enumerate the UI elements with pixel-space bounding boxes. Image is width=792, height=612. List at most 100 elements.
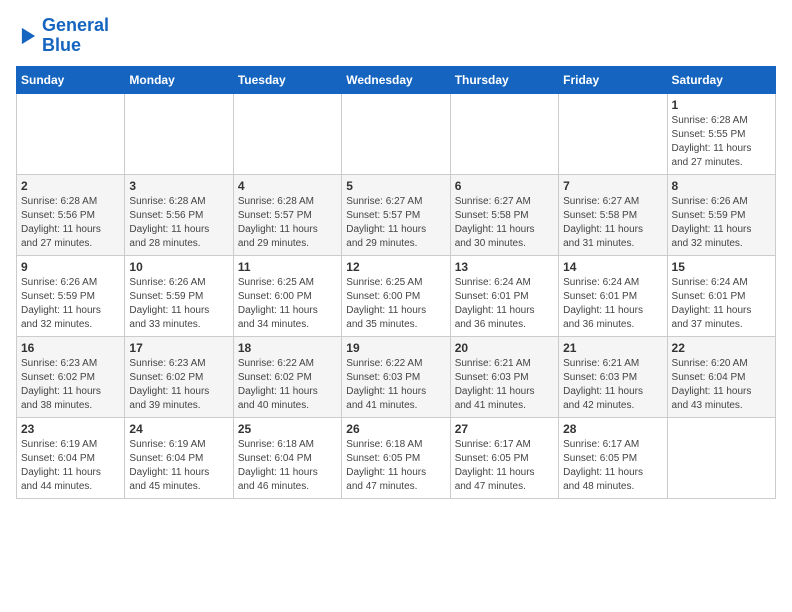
calendar-header-row: SundayMondayTuesdayWednesdayThursdayFrid… bbox=[17, 66, 776, 93]
day-info: Sunrise: 6:26 AM Sunset: 5:59 PM Dayligh… bbox=[129, 276, 228, 332]
day-info: Sunrise: 6:21 AM Sunset: 6:03 PM Dayligh… bbox=[563, 357, 662, 413]
day-number: 13 bbox=[455, 260, 554, 274]
calendar-week-row: 16 Sunrise: 6:23 AM Sunset: 6:02 PM Dayli… bbox=[17, 336, 776, 417]
calendar-cell bbox=[125, 93, 233, 174]
calendar-week-row: 9 Sunrise: 6:26 AM Sunset: 5:59 PM Daylig… bbox=[17, 255, 776, 336]
weekday-header-cell: Wednesday bbox=[342, 66, 450, 93]
day-number: 10 bbox=[129, 260, 228, 274]
day-info: Sunrise: 6:21 AM Sunset: 6:03 PM Dayligh… bbox=[455, 357, 554, 413]
day-info: Sunrise: 6:25 AM Sunset: 6:00 PM Dayligh… bbox=[346, 276, 445, 332]
logo-text: General Blue bbox=[42, 16, 109, 56]
day-info: Sunrise: 6:26 AM Sunset: 5:59 PM Dayligh… bbox=[672, 195, 771, 251]
calendar-cell: 9 Sunrise: 6:26 AM Sunset: 5:59 PM Daylig… bbox=[17, 255, 125, 336]
day-info: Sunrise: 6:28 AM Sunset: 5:55 PM Dayligh… bbox=[672, 114, 771, 170]
day-number: 25 bbox=[238, 422, 337, 436]
day-number: 5 bbox=[346, 179, 445, 193]
day-info: Sunrise: 6:27 AM Sunset: 5:58 PM Dayligh… bbox=[455, 195, 554, 251]
calendar-cell: 20 Sunrise: 6:21 AM Sunset: 6:03 PM Dayli… bbox=[450, 336, 558, 417]
day-number: 17 bbox=[129, 341, 228, 355]
calendar-week-row: 23 Sunrise: 6:19 AM Sunset: 6:04 PM Dayli… bbox=[17, 417, 776, 498]
calendar-cell: 26 Sunrise: 6:18 AM Sunset: 6:05 PM Dayli… bbox=[342, 417, 450, 498]
calendar-cell: 1 Sunrise: 6:28 AM Sunset: 5:55 PM Daylig… bbox=[667, 93, 775, 174]
logo-icon bbox=[16, 25, 38, 47]
day-info: Sunrise: 6:19 AM Sunset: 6:04 PM Dayligh… bbox=[129, 438, 228, 494]
weekday-header-cell: Monday bbox=[125, 66, 233, 93]
day-number: 26 bbox=[346, 422, 445, 436]
calendar-cell: 16 Sunrise: 6:23 AM Sunset: 6:02 PM Dayli… bbox=[17, 336, 125, 417]
weekday-header-cell: Sunday bbox=[17, 66, 125, 93]
day-number: 2 bbox=[21, 179, 120, 193]
day-info: Sunrise: 6:24 AM Sunset: 6:01 PM Dayligh… bbox=[672, 276, 771, 332]
day-number: 14 bbox=[563, 260, 662, 274]
day-number: 8 bbox=[672, 179, 771, 193]
day-info: Sunrise: 6:25 AM Sunset: 6:00 PM Dayligh… bbox=[238, 276, 337, 332]
calendar-cell bbox=[559, 93, 667, 174]
calendar-cell: 12 Sunrise: 6:25 AM Sunset: 6:00 PM Dayli… bbox=[342, 255, 450, 336]
day-number: 23 bbox=[21, 422, 120, 436]
day-info: Sunrise: 6:26 AM Sunset: 5:59 PM Dayligh… bbox=[21, 276, 120, 332]
calendar-cell: 28 Sunrise: 6:17 AM Sunset: 6:05 PM Dayli… bbox=[559, 417, 667, 498]
page-header: General Blue bbox=[16, 16, 776, 56]
day-info: Sunrise: 6:20 AM Sunset: 6:04 PM Dayligh… bbox=[672, 357, 771, 413]
calendar-cell: 14 Sunrise: 6:24 AM Sunset: 6:01 PM Dayli… bbox=[559, 255, 667, 336]
day-info: Sunrise: 6:28 AM Sunset: 5:56 PM Dayligh… bbox=[129, 195, 228, 251]
calendar-cell bbox=[17, 93, 125, 174]
day-number: 7 bbox=[563, 179, 662, 193]
day-number: 20 bbox=[455, 341, 554, 355]
day-number: 3 bbox=[129, 179, 228, 193]
day-number: 6 bbox=[455, 179, 554, 193]
day-number: 27 bbox=[455, 422, 554, 436]
day-info: Sunrise: 6:28 AM Sunset: 5:56 PM Dayligh… bbox=[21, 195, 120, 251]
calendar-cell: 5 Sunrise: 6:27 AM Sunset: 5:57 PM Daylig… bbox=[342, 174, 450, 255]
calendar-cell: 7 Sunrise: 6:27 AM Sunset: 5:58 PM Daylig… bbox=[559, 174, 667, 255]
day-info: Sunrise: 6:17 AM Sunset: 6:05 PM Dayligh… bbox=[455, 438, 554, 494]
calendar-cell: 11 Sunrise: 6:25 AM Sunset: 6:00 PM Dayli… bbox=[233, 255, 341, 336]
logo: General Blue bbox=[16, 16, 109, 56]
calendar-week-row: 2 Sunrise: 6:28 AM Sunset: 5:56 PM Daylig… bbox=[17, 174, 776, 255]
calendar-cell: 24 Sunrise: 6:19 AM Sunset: 6:04 PM Dayli… bbox=[125, 417, 233, 498]
calendar-table: SundayMondayTuesdayWednesdayThursdayFrid… bbox=[16, 66, 776, 499]
day-number: 16 bbox=[21, 341, 120, 355]
calendar-cell bbox=[450, 93, 558, 174]
day-info: Sunrise: 6:28 AM Sunset: 5:57 PM Dayligh… bbox=[238, 195, 337, 251]
calendar-cell: 6 Sunrise: 6:27 AM Sunset: 5:58 PM Daylig… bbox=[450, 174, 558, 255]
day-number: 22 bbox=[672, 341, 771, 355]
weekday-header-cell: Thursday bbox=[450, 66, 558, 93]
calendar-cell: 8 Sunrise: 6:26 AM Sunset: 5:59 PM Daylig… bbox=[667, 174, 775, 255]
day-number: 21 bbox=[563, 341, 662, 355]
day-number: 1 bbox=[672, 98, 771, 112]
day-info: Sunrise: 6:27 AM Sunset: 5:58 PM Dayligh… bbox=[563, 195, 662, 251]
day-info: Sunrise: 6:17 AM Sunset: 6:05 PM Dayligh… bbox=[563, 438, 662, 494]
day-number: 24 bbox=[129, 422, 228, 436]
day-number: 4 bbox=[238, 179, 337, 193]
calendar-cell bbox=[233, 93, 341, 174]
calendar-cell: 13Sunrise: 6:24 AM Sunset: 6:01 PM Dayli… bbox=[450, 255, 558, 336]
day-info: Sunrise: 6:22 AM Sunset: 6:03 PM Dayligh… bbox=[346, 357, 445, 413]
day-number: 11 bbox=[238, 260, 337, 274]
calendar-cell: 25 Sunrise: 6:18 AM Sunset: 6:04 PM Dayli… bbox=[233, 417, 341, 498]
calendar-cell: 21 Sunrise: 6:21 AM Sunset: 6:03 PM Dayli… bbox=[559, 336, 667, 417]
day-info: Sunrise: 6:27 AM Sunset: 5:57 PM Dayligh… bbox=[346, 195, 445, 251]
day-number: 19 bbox=[346, 341, 445, 355]
calendar-cell: 22 Sunrise: 6:20 AM Sunset: 6:04 PM Dayli… bbox=[667, 336, 775, 417]
day-number: 9 bbox=[21, 260, 120, 274]
day-info: Sunrise: 6:23 AM Sunset: 6:02 PM Dayligh… bbox=[21, 357, 120, 413]
calendar-cell: 3 Sunrise: 6:28 AM Sunset: 5:56 PM Daylig… bbox=[125, 174, 233, 255]
calendar-cell: 23 Sunrise: 6:19 AM Sunset: 6:04 PM Dayli… bbox=[17, 417, 125, 498]
day-info: Sunrise: 6:18 AM Sunset: 6:05 PM Dayligh… bbox=[346, 438, 445, 494]
day-info: Sunrise: 6:22 AM Sunset: 6:02 PM Dayligh… bbox=[238, 357, 337, 413]
day-number: 15 bbox=[672, 260, 771, 274]
calendar-week-row: 1 Sunrise: 6:28 AM Sunset: 5:55 PM Daylig… bbox=[17, 93, 776, 174]
calendar-cell: 27 Sunrise: 6:17 AM Sunset: 6:05 PM Dayli… bbox=[450, 417, 558, 498]
calendar-cell: 19 Sunrise: 6:22 AM Sunset: 6:03 PM Dayli… bbox=[342, 336, 450, 417]
weekday-header-cell: Friday bbox=[559, 66, 667, 93]
day-info: Sunrise: 6:24 AM Sunset: 6:01 PM Dayligh… bbox=[563, 276, 662, 332]
day-number: 28 bbox=[563, 422, 662, 436]
weekday-header-cell: Tuesday bbox=[233, 66, 341, 93]
weekday-header-cell: Saturday bbox=[667, 66, 775, 93]
day-number: 12 bbox=[346, 260, 445, 274]
day-info: Sunrise: 6:18 AM Sunset: 6:04 PM Dayligh… bbox=[238, 438, 337, 494]
calendar-cell: 10 Sunrise: 6:26 AM Sunset: 5:59 PM Dayli… bbox=[125, 255, 233, 336]
calendar-cell: 17Sunrise: 6:23 AM Sunset: 6:02 PM Dayli… bbox=[125, 336, 233, 417]
day-info: Sunrise: 6:19 AM Sunset: 6:04 PM Dayligh… bbox=[21, 438, 120, 494]
